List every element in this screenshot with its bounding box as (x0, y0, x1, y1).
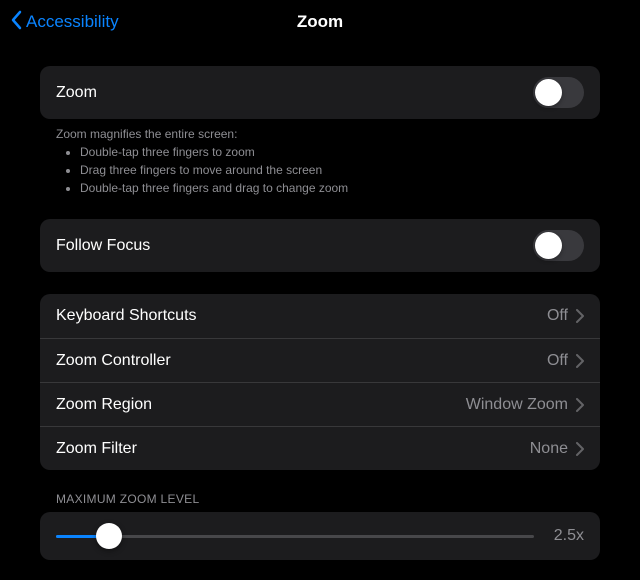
zoom-filter-value: None (530, 440, 568, 458)
back-label: Accessibility (26, 12, 119, 32)
zoom-help-intro: Zoom magnifies the entire screen: (56, 125, 584, 143)
keyboard-shortcuts-row[interactable]: Keyboard Shortcuts Off (40, 294, 600, 338)
max-zoom-group: Maximum Zoom Level 2.5x (40, 492, 600, 560)
back-button[interactable]: Accessibility (10, 10, 119, 35)
chevron-right-icon (576, 309, 584, 323)
content: Zoom Zoom magnifies the entire screen: D… (0, 66, 640, 580)
keyboard-shortcuts-label: Keyboard Shortcuts (56, 307, 197, 325)
navbar: Accessibility Zoom (0, 0, 640, 44)
zoom-region-row[interactable]: Zoom Region Window Zoom (40, 382, 600, 426)
max-zoom-slider-row: 2.5x (40, 512, 600, 560)
slider-thumb[interactable] (96, 523, 122, 549)
max-zoom-header: Maximum Zoom Level (40, 492, 600, 512)
slider-track (56, 535, 534, 538)
page-title: Zoom (297, 12, 343, 32)
zoom-region-value: Window Zoom (466, 396, 568, 414)
zoom-toggle[interactable] (533, 77, 584, 108)
max-zoom-slider[interactable] (56, 522, 534, 550)
zoom-toggle-label: Zoom (56, 84, 97, 102)
chevron-right-icon (576, 398, 584, 412)
zoom-filter-label: Zoom Filter (56, 440, 137, 458)
zoom-toggle-group: Zoom Zoom magnifies the entire screen: D… (40, 66, 600, 197)
max-zoom-value: 2.5x (548, 527, 584, 545)
zoom-help-tip: Double-tap three fingers and drag to cha… (80, 179, 584, 197)
zoom-help-text: Zoom magnifies the entire screen: Double… (40, 119, 600, 197)
follow-focus-group: Follow Focus (40, 219, 600, 272)
follow-focus-toggle[interactable] (533, 230, 584, 261)
zoom-toggle-row[interactable]: Zoom (40, 66, 600, 119)
chevron-left-icon (10, 10, 22, 35)
follow-focus-row[interactable]: Follow Focus (40, 219, 600, 272)
follow-focus-label: Follow Focus (56, 237, 150, 255)
zoom-controller-row[interactable]: Zoom Controller Off (40, 338, 600, 382)
toggle-knob (535, 232, 562, 259)
zoom-help-tip: Drag three fingers to move around the sc… (80, 161, 584, 179)
zoom-help-tip: Double-tap three fingers to zoom (80, 143, 584, 161)
chevron-right-icon (576, 354, 584, 368)
zoom-filter-row[interactable]: Zoom Filter None (40, 426, 600, 470)
zoom-controller-value: Off (547, 352, 568, 370)
chevron-right-icon (576, 442, 584, 456)
keyboard-shortcuts-value: Off (547, 307, 568, 325)
zoom-region-label: Zoom Region (56, 396, 152, 414)
zoom-controller-label: Zoom Controller (56, 352, 171, 370)
toggle-knob (535, 79, 562, 106)
options-group: Keyboard Shortcuts Off Zoom Controller O… (40, 294, 600, 470)
